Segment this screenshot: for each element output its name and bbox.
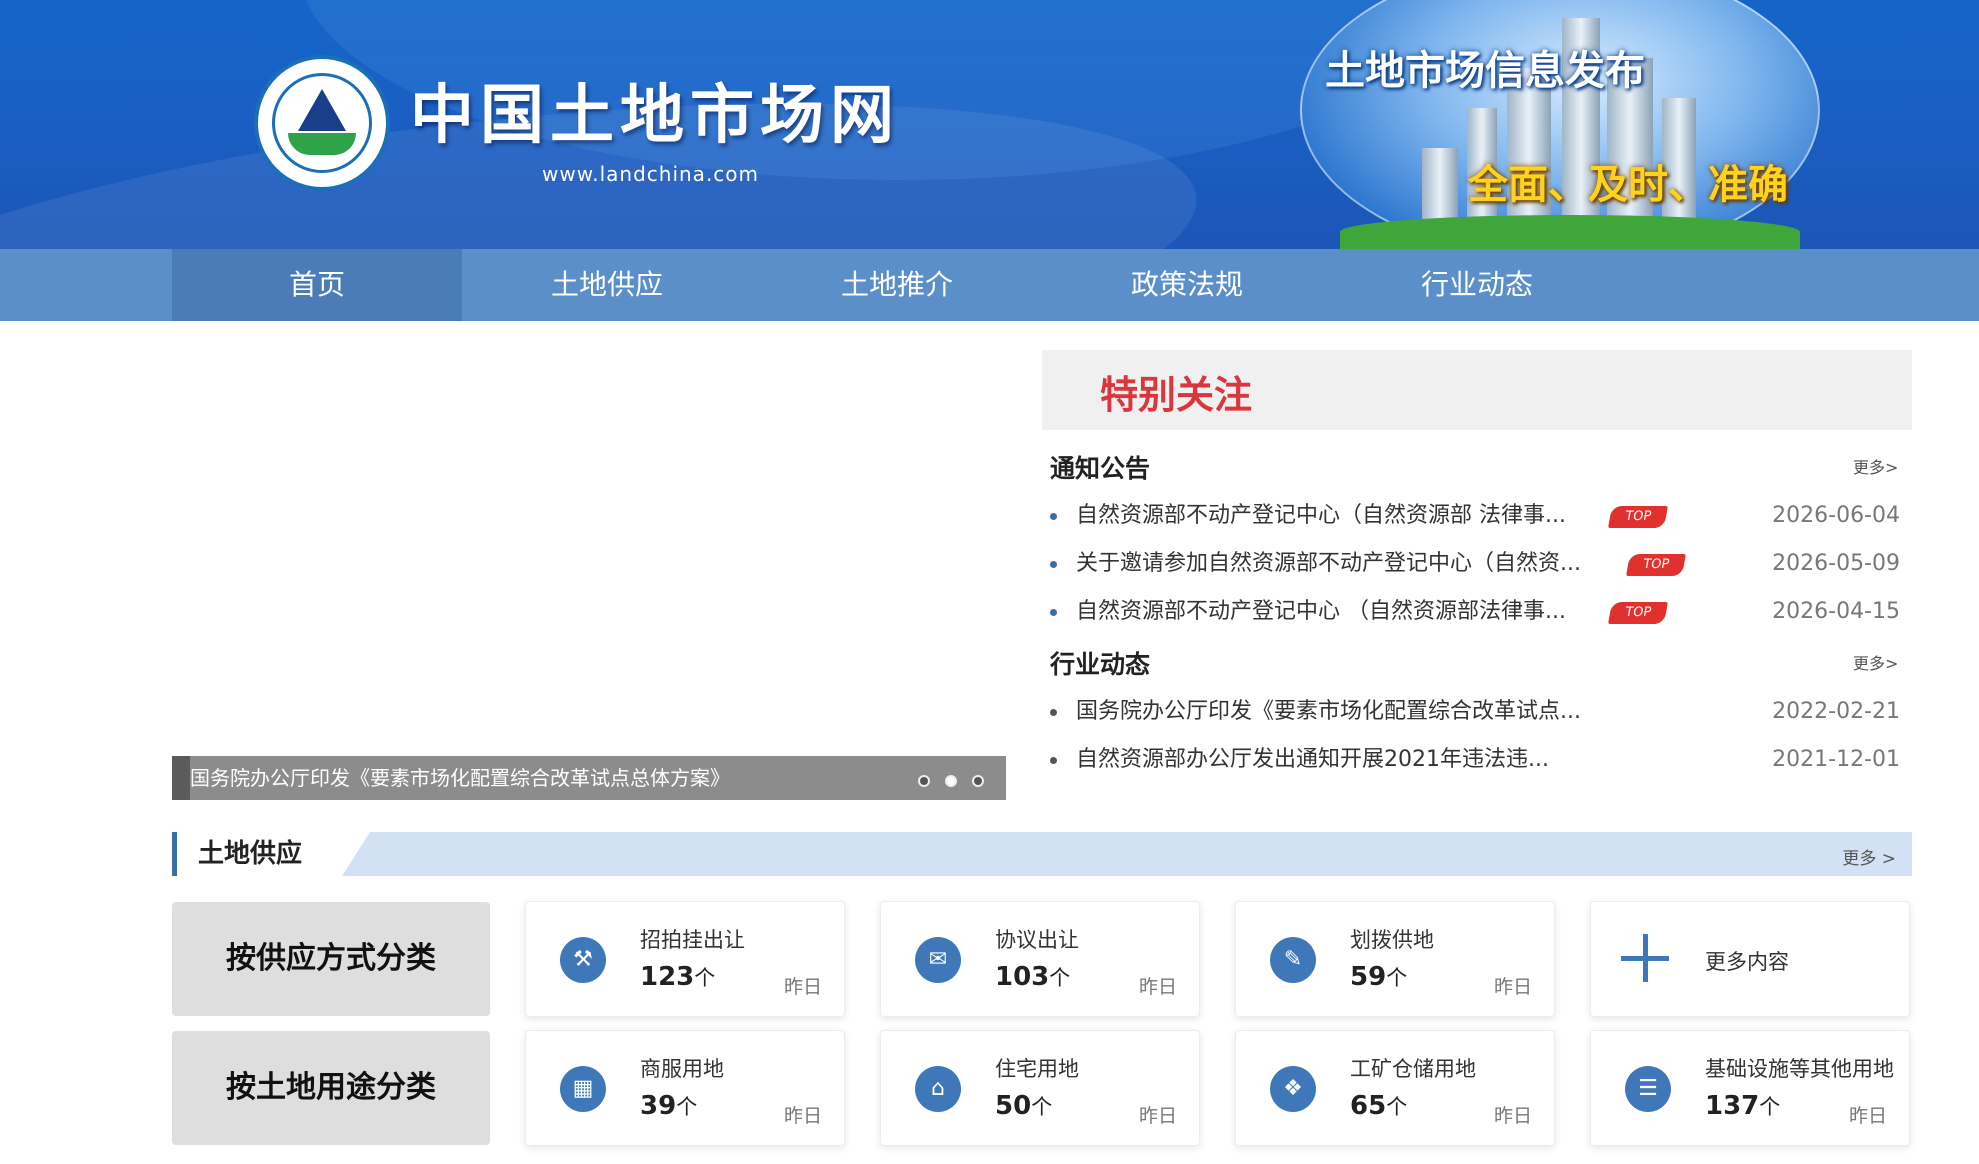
notices-title: 通知公告	[1050, 454, 1151, 483]
card-time: 昨日	[1848, 1105, 1887, 1127]
industry-item[interactable]: 自然资源部办公厅发出通知开展2021年违法违... 2021-12-01	[1050, 740, 1900, 780]
supply-card-allocation[interactable]: ✎ 划拨供地 59个 昨日	[1235, 901, 1555, 1017]
land-supply-more-link[interactable]: 更多 >	[1842, 844, 1896, 869]
notice-title[interactable]: 自然资源部不动产登记中心 （自然资源部法律事...	[1076, 592, 1566, 632]
industry-more-link[interactable]: 更多>	[1853, 650, 1898, 674]
agreement-icon: ✉	[915, 937, 961, 983]
industry-news-date: 2021-12-01	[1772, 747, 1900, 772]
land-supply-title: 土地供应	[198, 839, 303, 869]
industry-item[interactable]: 国务院办公厅印发《要素市场化配置综合改革试点... 2022-02-21	[1050, 692, 1900, 732]
card-count: 103个	[995, 962, 1071, 992]
top-badge: TOP	[1626, 554, 1686, 576]
news-slideshow[interactable]	[172, 350, 1006, 800]
slideshow-dots	[903, 772, 984, 791]
promo-subtitle: 全面、及时、准确	[1468, 162, 1788, 208]
supply-card-residential[interactable]: ⌂ 住宅用地 50个 昨日	[880, 1030, 1200, 1146]
slide-dot[interactable]	[972, 775, 984, 787]
slideshow-caption[interactable]: 国务院办公厅印发《要素市场化配置综合改革试点总体方案》	[190, 756, 730, 800]
card-title: 招拍挂出让	[640, 928, 745, 952]
section-accent	[172, 832, 177, 876]
notice-item[interactable]: 关于邀请参加自然资源部不动产登记中心（自然资... TOP 2026-05-09	[1050, 544, 1900, 584]
top-badge: TOP	[1608, 506, 1668, 528]
logo-triangle	[298, 89, 346, 131]
special-attention-header: 特别关注	[1042, 350, 1912, 430]
card-time: 昨日	[783, 1105, 822, 1127]
supply-card-more[interactable]: 更多内容	[1590, 901, 1910, 1017]
card-title: 协议出让	[995, 928, 1079, 952]
land-supply-header: 土地供应 更多 >	[172, 832, 1912, 876]
building-icon: ▦	[560, 1066, 606, 1112]
industry-news-title: 行业动态	[1050, 650, 1151, 679]
card-time: 昨日	[783, 976, 822, 998]
card-count: 39个	[640, 1091, 698, 1121]
industry-news-title[interactable]: 国务院办公厅印发《要素市场化配置综合改革试点...	[1076, 692, 1581, 732]
supply-card-industrial[interactable]: ❖ 工矿仓储用地 65个 昨日	[1235, 1030, 1555, 1146]
card-time: 昨日	[1138, 976, 1177, 998]
supply-card-agreement[interactable]: ✉ 协议出让 103个 昨日	[880, 901, 1200, 1017]
card-count: 50个	[995, 1091, 1053, 1121]
site-logo[interactable]	[254, 55, 390, 191]
section-band	[342, 832, 1912, 876]
card-count: 123个	[640, 962, 716, 992]
slide-dot[interactable]	[945, 775, 957, 787]
card-title: 划拨供地	[1350, 928, 1434, 952]
card-time: 昨日	[1138, 1105, 1177, 1127]
promo-grass	[1340, 215, 1800, 249]
notice-item[interactable]: 自然资源部不动产登记中心 （自然资源部法律事... TOP 2026-04-15	[1050, 592, 1900, 632]
notice-title[interactable]: 自然资源部不动产登记中心（自然资源部 法律事...	[1076, 496, 1566, 536]
card-title: 更多内容	[1705, 950, 1789, 974]
bullet-icon	[1050, 609, 1057, 616]
special-attention-title: 特别关注	[1100, 373, 1253, 417]
supply-card-commercial[interactable]: ▦ 商服用地 39个 昨日	[525, 1030, 845, 1146]
slide-dot[interactable]	[918, 775, 930, 787]
card-time: 昨日	[1493, 976, 1532, 998]
bullet-icon	[1050, 709, 1057, 716]
industry-news-date: 2022-02-21	[1772, 699, 1900, 724]
gavel-icon: ⚒	[560, 937, 606, 983]
institution-icon: ☰	[1625, 1066, 1671, 1112]
notice-item[interactable]: 自然资源部不动产登记中心（自然资源部 法律事... TOP 2026-06-04	[1050, 496, 1900, 536]
industry-news-title[interactable]: 自然资源部办公厅发出通知开展2021年违法违...	[1076, 740, 1549, 780]
document-icon: ✎	[1270, 937, 1316, 983]
site-url: www.landchina.com	[542, 162, 760, 186]
nav-item-policy[interactable]: 政策法规	[1042, 249, 1332, 321]
card-count: 65个	[1350, 1091, 1408, 1121]
card-title: 基础设施等其他用地	[1705, 1057, 1894, 1081]
cubes-icon: ❖	[1270, 1066, 1316, 1112]
bullet-icon	[1050, 757, 1057, 764]
notice-date: 2026-06-04	[1772, 503, 1900, 528]
card-count: 59个	[1350, 962, 1408, 992]
site-banner: 中国土地市场网 www.landchina.com 土地市场信息发布 全面、及时…	[0, 0, 1979, 249]
notice-date: 2026-05-09	[1772, 551, 1900, 576]
nav-item-land-supply[interactable]: 土地供应	[462, 249, 752, 321]
promo-title: 土地市场信息发布	[1325, 48, 1645, 94]
supply-card-infrastructure[interactable]: ☰ 基础设施等其他用地 137个 昨日	[1590, 1030, 1910, 1146]
nav-item-land-promotion[interactable]: 土地推介	[752, 249, 1042, 321]
card-title: 商服用地	[640, 1057, 724, 1081]
supply-card-auction[interactable]: ⚒ 招拍挂出让 123个 昨日	[525, 901, 845, 1017]
bullet-icon	[1050, 561, 1057, 568]
main-nav: 首页 土地供应 土地推介 政策法规 行业动态	[0, 249, 1979, 321]
notice-date: 2026-04-15	[1772, 599, 1900, 624]
card-title: 住宅用地	[995, 1057, 1079, 1081]
card-title: 工矿仓储用地	[1350, 1057, 1476, 1081]
site-title[interactable]: 中国土地市场网	[410, 64, 900, 156]
card-time: 昨日	[1493, 1105, 1532, 1127]
nav-item-home[interactable]: 首页	[172, 249, 462, 321]
notices-more-link[interactable]: 更多>	[1853, 454, 1898, 478]
notice-title[interactable]: 关于邀请参加自然资源部不动产登记中心（自然资...	[1076, 544, 1581, 584]
category-by-land-use[interactable]: 按土地用途分类	[172, 1031, 490, 1145]
category-by-supply-method[interactable]: 按供应方式分类	[172, 902, 490, 1016]
slideshow-caption-bar[interactable]: 国务院办公厅印发《要素市场化配置综合改革试点总体方案》	[172, 756, 1006, 800]
nav-item-industry[interactable]: 行业动态	[1332, 249, 1622, 321]
top-badge: TOP	[1608, 602, 1668, 624]
plus-icon	[1621, 930, 1669, 986]
house-icon: ⌂	[915, 1066, 961, 1112]
card-count: 137个	[1705, 1091, 1781, 1121]
bullet-icon	[1050, 513, 1057, 520]
